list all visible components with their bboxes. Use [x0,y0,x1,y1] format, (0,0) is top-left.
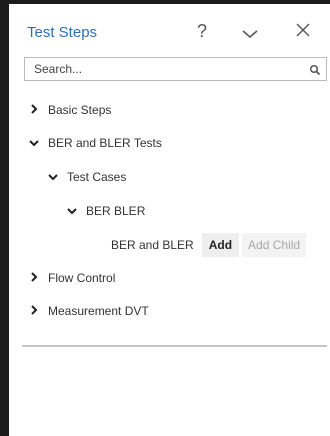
chevron-right-icon [28,103,40,117]
chevron-down-icon [66,204,78,218]
chevron-down-icon[interactable] [242,23,258,44]
tree-item-ber-bler[interactable]: BER BLER [66,200,145,222]
panel-title: Test Steps [27,24,98,41]
add-button[interactable]: Add [201,233,240,257]
chevron-down-icon [28,136,40,150]
tree-item-label: BER BLER [86,204,146,218]
tree-item-label: Measurement DVT [48,304,149,318]
search-icon[interactable] [309,63,321,76]
divider [22,345,327,347]
tree-item-basic-steps[interactable]: Basic Steps [28,99,111,121]
chevron-right-icon [28,304,40,318]
add-child-button[interactable]: Add Child [242,233,307,257]
tree-item-label: Basic Steps [48,103,112,117]
tree-item-label: BER and BLER [111,238,194,252]
tree-item-label: BER and BLER Tests [48,136,162,150]
tree-item-test-cases[interactable]: Test Cases [47,166,126,188]
tree-item-label: Test Cases [67,170,127,184]
tree-item-label: Flow Control [48,271,116,285]
chevron-right-icon [28,271,40,285]
search-box [24,57,327,81]
close-icon[interactable] [296,21,310,42]
panel-header: Test Steps ? [10,16,328,50]
tree-item-ber-bler-tests[interactable]: BER and BLER Tests [28,132,162,154]
chevron-down-icon [47,170,59,184]
tree-item-ber-and-bler[interactable]: BER and BLER Add Add Child [111,233,307,257]
tree-item-flow-control[interactable]: Flow Control [28,267,115,289]
help-icon[interactable]: ? [197,21,207,42]
tree-item-measurement-dvt[interactable]: Measurement DVT [28,300,149,322]
search-input[interactable] [26,59,304,79]
